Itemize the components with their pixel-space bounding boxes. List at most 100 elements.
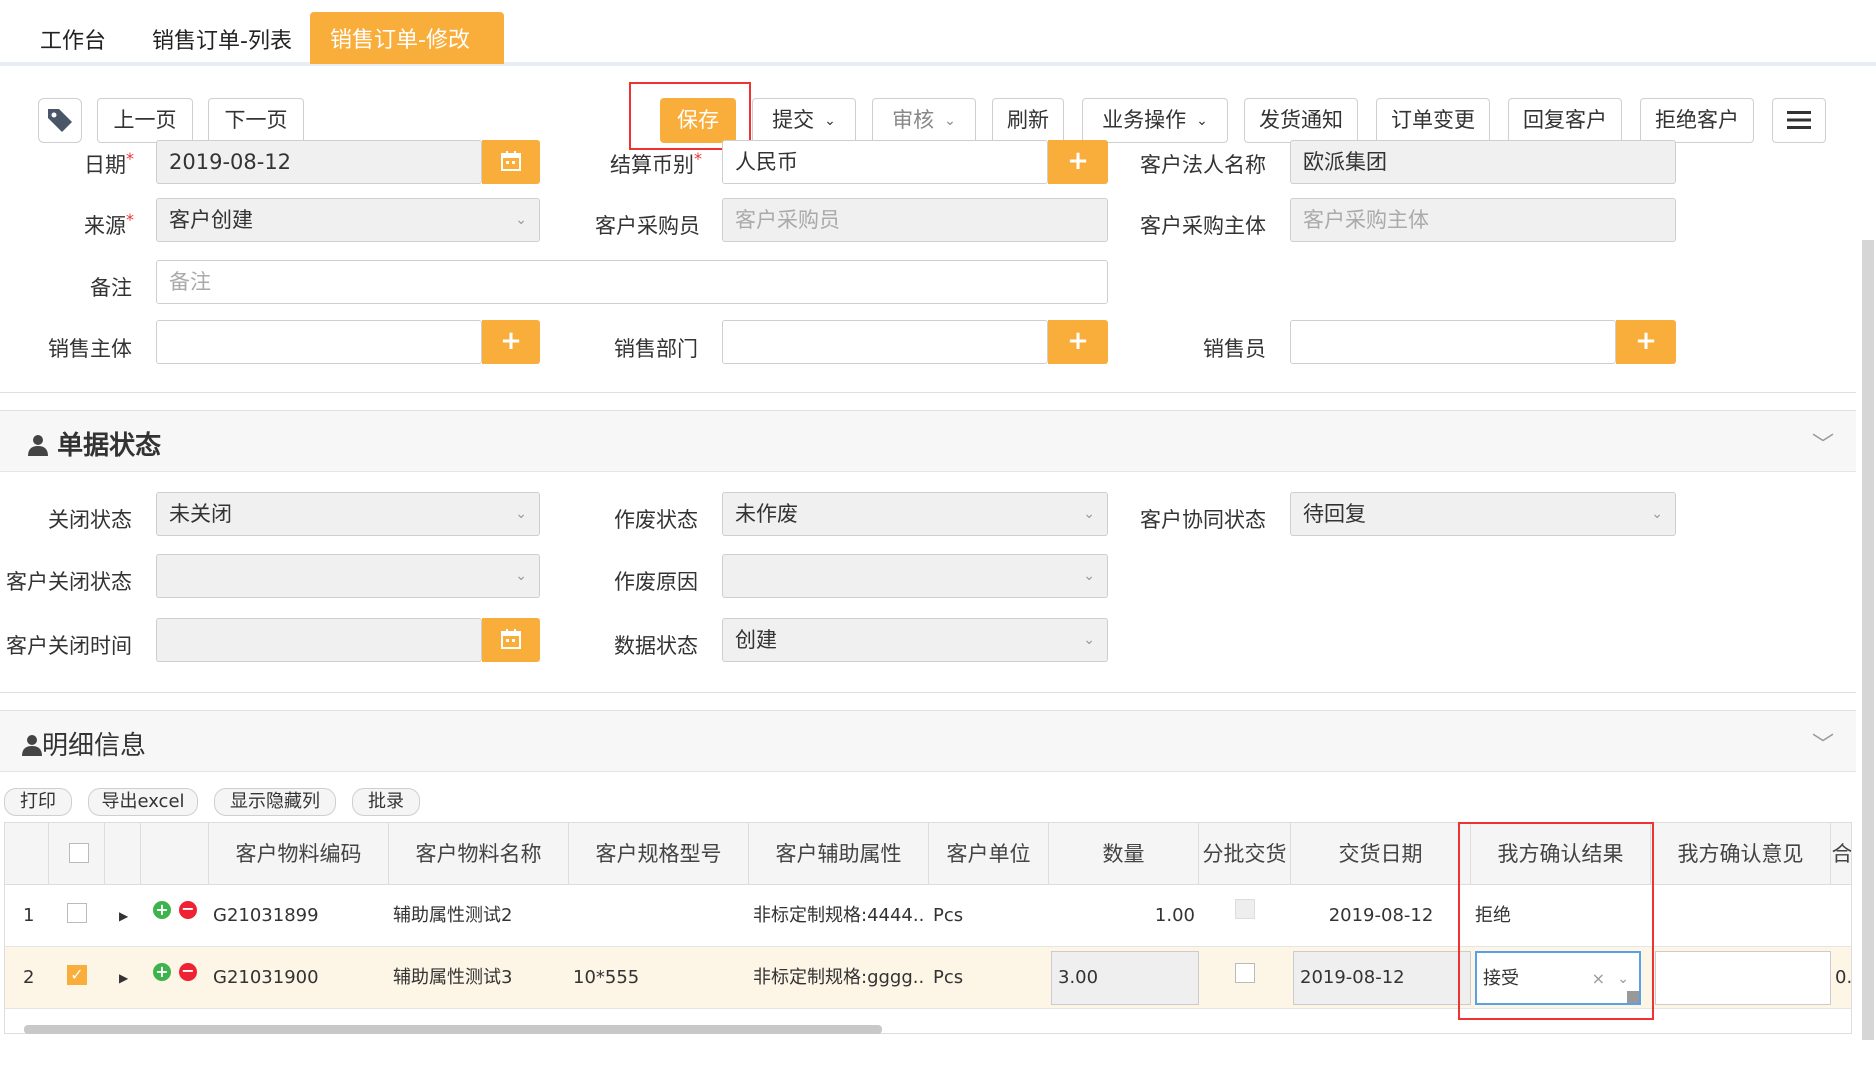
date-label: 日期*	[84, 149, 134, 177]
column-header[interactable]: 分批交货	[1199, 823, 1291, 885]
divider	[0, 392, 1856, 393]
batch-delivery-checkbox[interactable]	[1235, 899, 1255, 919]
submit-dropdown[interactable]: 提交 ⌄	[752, 98, 856, 143]
header-cell-expand	[105, 823, 141, 885]
collab-status-select[interactable]: 待回复 ⌄	[1290, 492, 1676, 536]
customer-close-time-field[interactable]	[156, 618, 482, 662]
tab-bar: 工作台 销售订单-列表 销售订单-修改 ×	[0, 0, 1876, 66]
chevron-down-icon: ⌄	[515, 568, 527, 584]
next-page-button[interactable]: 下一页	[208, 98, 304, 143]
quantity-input[interactable]: 3.00	[1051, 951, 1199, 1005]
customer-close-status-label: 客户关闭状态	[6, 570, 132, 594]
void-reason-select[interactable]: ⌄	[722, 554, 1108, 598]
batch-entry-button[interactable]: 批录	[352, 788, 420, 816]
source-label: 来源*	[84, 210, 134, 238]
reply-customer-button[interactable]: 回复客户	[1508, 98, 1622, 143]
show-hidden-columns-button[interactable]: 显示隐藏列	[214, 788, 336, 816]
close-status-select[interactable]: 未关闭 ⌄	[156, 492, 540, 536]
column-header[interactable]: 数量	[1049, 823, 1199, 885]
void-status-value: 未作废	[735, 502, 798, 526]
remark-input[interactable]: 备注	[156, 260, 1108, 304]
sales-entity-field[interactable]	[156, 320, 482, 364]
add-row-icon[interactable]: +	[153, 963, 171, 981]
row-checkbox[interactable]: ✓	[67, 965, 87, 985]
remove-row-icon[interactable]: −	[179, 963, 197, 981]
row-index: 2	[23, 967, 35, 988]
add-row-icon[interactable]: +	[153, 901, 171, 919]
currency-add-button[interactable]: +	[1048, 140, 1108, 184]
detail-section-header[interactable]: 明细信息 ﹀	[0, 710, 1856, 772]
header-cell-actions	[141, 823, 209, 885]
column-header[interactable]: 交货日期	[1291, 823, 1471, 885]
export-excel-button[interactable]: 导出excel	[88, 788, 198, 816]
expand-caret-icon[interactable]: ▶	[119, 947, 128, 1009]
collab-status-label: 客户协同状态	[1140, 508, 1266, 532]
sales-entity-add-button[interactable]: +	[482, 320, 540, 364]
column-header[interactable]: 客户物料名称	[389, 823, 569, 885]
legal-name-field[interactable]: 欧派集团	[1290, 140, 1676, 184]
tab-workbench[interactable]: 工作台	[28, 12, 118, 64]
menu-button[interactable]	[1772, 98, 1826, 143]
currency-field[interactable]: 人民币	[722, 140, 1048, 184]
order-change-button[interactable]: 订单变更	[1376, 98, 1490, 143]
sales-dept-field[interactable]	[722, 320, 1048, 364]
data-status-select[interactable]: 创建 ⌄	[722, 618, 1108, 662]
date-picker-button[interactable]	[482, 618, 540, 662]
chevron-down-icon: ⌄	[1083, 632, 1095, 648]
remove-row-icon[interactable]: −	[179, 901, 197, 919]
header-cell-select	[49, 823, 105, 885]
remark-label: 备注	[90, 276, 132, 300]
expand-caret-icon[interactable]: ▶	[119, 885, 128, 947]
void-status-select[interactable]: 未作废 ⌄	[722, 492, 1108, 536]
print-button[interactable]: 打印	[4, 788, 72, 816]
salesman-add-button[interactable]: +	[1616, 320, 1676, 364]
vertical-scrollbar[interactable]	[1862, 240, 1874, 1040]
ship-notice-button[interactable]: 发货通知	[1244, 98, 1358, 143]
chevron-down-icon: ⌄	[1083, 568, 1095, 584]
select-all-checkbox[interactable]	[69, 843, 89, 863]
prev-page-button[interactable]: 上一页	[97, 98, 193, 143]
legal-name-label: 客户法人名称	[1140, 153, 1266, 177]
buyer-entity-field[interactable]: 客户采购主体	[1290, 198, 1676, 242]
confirm-opinion-input[interactable]	[1655, 951, 1831, 1005]
batch-delivery-checkbox[interactable]	[1235, 963, 1255, 983]
salesman-field[interactable]	[1290, 320, 1616, 364]
close-icon[interactable]: ×	[483, 0, 498, 14]
business-ops-dropdown[interactable]: 业务操作 ⌄	[1082, 98, 1228, 143]
chevron-down-icon[interactable]: ﹀	[1812, 727, 1834, 759]
delivery-date-input[interactable]: 2019-08-12	[1293, 951, 1471, 1005]
refresh-button[interactable]: 刷新	[992, 98, 1064, 143]
date-picker-button[interactable]	[482, 140, 540, 184]
customer-close-time-label: 客户关闭时间	[6, 634, 132, 658]
tab-sales-order-list[interactable]: 销售订单-列表	[140, 12, 304, 64]
sales-dept-add-button[interactable]: +	[1048, 320, 1108, 364]
row-checkbox[interactable]	[67, 903, 87, 923]
audit-dropdown[interactable]: 审核 ⌄	[872, 98, 976, 143]
customer-close-status-select[interactable]: ⌄	[156, 554, 540, 598]
buyer-label: 客户采购员	[595, 214, 700, 238]
source-select[interactable]: 客户创建 ⌄	[156, 198, 540, 242]
calendar-icon	[501, 151, 521, 171]
chevron-down-icon: ⌄	[824, 112, 836, 129]
tag-icon-button[interactable]	[38, 98, 82, 143]
buyer-field[interactable]: 客户采购员	[722, 198, 1108, 242]
column-header[interactable]: 客户规格型号	[569, 823, 749, 885]
tab-label: 销售订单-修改	[330, 28, 470, 53]
status-section-header[interactable]: 单据状态 ﹀	[0, 410, 1856, 472]
divider	[0, 692, 1856, 693]
column-header[interactable]: 我方确认意见	[1651, 823, 1831, 885]
remark-placeholder: 备注	[169, 270, 211, 294]
date-field[interactable]: 2019-08-12	[156, 140, 482, 184]
column-header[interactable]: 客户物料编码	[209, 823, 389, 885]
buyer-entity-placeholder: 客户采购主体	[1303, 208, 1429, 232]
column-header[interactable]: 合	[1831, 823, 1852, 885]
tab-sales-order-edit[interactable]: 销售订单-修改 ×	[310, 0, 504, 64]
chevron-down-icon[interactable]: ﹀	[1812, 427, 1834, 459]
horizontal-scrollbar[interactable]	[24, 1025, 882, 1034]
cell-unit: Pcs	[933, 967, 964, 988]
source-value: 客户创建	[169, 208, 253, 232]
reject-customer-button[interactable]: 拒绝客户	[1640, 98, 1754, 143]
column-header[interactable]: 客户辅助属性	[749, 823, 929, 885]
chevron-down-icon: ⌄	[1196, 112, 1208, 129]
column-header[interactable]: 客户单位	[929, 823, 1049, 885]
